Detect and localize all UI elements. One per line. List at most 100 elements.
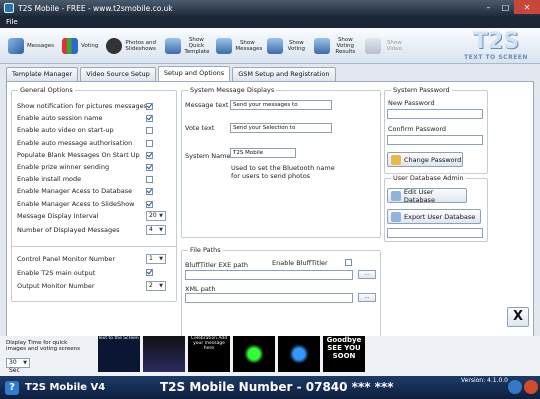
general-option-checkbox[interactable] (146, 115, 153, 123)
general-option-checkbox[interactable] (146, 151, 153, 159)
app-window: T2S Mobile - FREE - www.t2smobile.co.uk … (0, 0, 540, 399)
browse-bluff-button[interactable]: ... (358, 270, 376, 279)
general-option-checkbox[interactable] (146, 103, 153, 110)
tab-gsm-setup[interactable]: GSM Setup and Registration (232, 67, 336, 81)
database-export-icon (391, 211, 401, 222)
new-password-input[interactable] (387, 109, 483, 119)
photos-button[interactable]: Photos and Slideshows (106, 37, 157, 54)
confirm-password-input[interactable] (387, 135, 483, 145)
monitor-icon (267, 37, 284, 54)
bluetooth-hint: Used to set the Bluetooth name for users… (231, 164, 335, 180)
group-title: General Options (18, 86, 75, 94)
vote-text-input[interactable]: Send your Selection to (230, 123, 332, 133)
tab-template-manager[interactable]: Template Manager (6, 67, 79, 81)
messages-button[interactable]: Messages (8, 37, 54, 54)
thumbnail-celebration[interactable]: Celebration Add your message here (188, 336, 230, 372)
bar-chart-icon (61, 37, 78, 54)
brand-label: T2S Mobile V4 (25, 382, 106, 393)
chevron-down-icon: ▼ (23, 360, 27, 366)
interval-select[interactable]: 20 ▼ (146, 211, 166, 221)
show-voting-results-button[interactable]: Show Voting Results (314, 37, 357, 55)
key-icon (391, 154, 401, 165)
version-label: Version: 4.1.0.0 (461, 377, 508, 384)
tab-video-source-setup[interactable]: Video Source Setup (80, 67, 156, 81)
database-edit-icon (391, 190, 401, 201)
display-time-label: Display Time for quick images and voting… (6, 340, 81, 352)
system-name-input[interactable]: T2S Mobile (230, 148, 296, 158)
mobile-number: T2S Mobile Number - 07840 *** *** (160, 380, 394, 394)
general-option-checkbox[interactable] (146, 139, 153, 147)
system-name-label: System Name (185, 152, 231, 160)
monitor-icon (314, 37, 331, 54)
chevron-down-icon: ▼ (159, 256, 163, 262)
menu-bar: File (0, 16, 540, 28)
thumbnail-green-rings[interactable] (233, 336, 275, 372)
tab-strip: Template Manager Video Source Setup Setu… (6, 66, 338, 81)
user-database-field[interactable] (387, 228, 483, 238)
divider (11, 246, 177, 247)
show-voting-button[interactable]: Show Voting (267, 37, 306, 54)
t2s-logo: T2S TEXT TO SCREEN (464, 29, 528, 62)
general-option-checkbox[interactable] (146, 127, 153, 135)
maximize-button[interactable]: □ (497, 0, 514, 14)
monitor-icon (216, 37, 233, 54)
chevron-down-icon: ▼ (159, 227, 163, 233)
enable-bluff-label: Enable BluffTitler (272, 259, 328, 267)
window-title: T2S Mobile - FREE - www.t2smobile.co.uk (18, 3, 173, 13)
chevron-down-icon: ▼ (159, 283, 163, 289)
menu-file[interactable]: File (6, 18, 18, 26)
thumbnail-text-to-screen[interactable]: Text to the Screen (98, 336, 140, 372)
browse-xml-button[interactable]: ... (358, 293, 376, 302)
confirm-password-label: Confirm Password (388, 125, 447, 133)
chevron-down-icon: ▼ (159, 213, 163, 219)
show-quick-template-button[interactable]: Show Quick Template (165, 37, 209, 55)
display-time-select[interactable]: 30 Sec ▼ (6, 358, 30, 374)
display-time-area: Display Time for quick images and voting… (6, 340, 88, 374)
show-video-button[interactable]: Show Video (365, 37, 404, 54)
general-option-label: Enable auto session name (17, 114, 103, 123)
tab-setup-and-options[interactable]: Setup and Options (157, 66, 231, 81)
interval-label: Message Display Interval (17, 212, 99, 220)
xml-path-input[interactable] (185, 293, 353, 303)
close-panel-button[interactable]: X (507, 307, 529, 327)
vote-text-label: Vote text (185, 124, 215, 132)
enable-bluff-checkbox[interactable] (345, 259, 352, 266)
message-text-input[interactable]: Send your messages to (230, 100, 332, 110)
voting-button[interactable]: Voting (61, 37, 98, 54)
thumbnail-blue-rings[interactable] (278, 336, 320, 372)
general-option-label: Enable Manager Acess to SlideShow (17, 199, 135, 208)
toolbar: Messages Voting Photos and Slideshows Sh… (0, 28, 540, 64)
monitor-icon (165, 37, 182, 54)
displayed-label: Number of Displayed Messages (17, 226, 120, 234)
xml-path-label: XML path (185, 285, 216, 293)
general-option-label: Enable install mode (17, 175, 82, 184)
export-user-database-button[interactable]: Export User Database (387, 209, 481, 224)
general-option-checkbox[interactable] (146, 164, 153, 171)
bluff-path-label: BluffTitler EXE path (185, 261, 249, 269)
close-window-button[interactable]: ✕ (514, 0, 540, 14)
general-option-label: Populate Blank Messages On Start Up (17, 150, 140, 159)
bluff-path-input[interactable] (185, 270, 353, 280)
minimize-button[interactable]: – (480, 0, 497, 14)
thumbnail-stage[interactable] (143, 336, 185, 372)
output-monitor-select[interactable]: 2 ▼ (146, 281, 166, 291)
enable-t2s-checkbox[interactable] (146, 269, 153, 276)
edit-user-database-button[interactable]: Edit User Database (387, 188, 467, 204)
camera-icon (106, 37, 123, 54)
general-option-label: Enable auto message authorisation (17, 138, 133, 147)
displayed-select[interactable]: 4 ▼ (146, 225, 166, 235)
show-messages-button[interactable]: Show Messages (216, 37, 262, 54)
change-password-button[interactable]: Change Password (387, 152, 463, 167)
monitor-icon (365, 37, 382, 54)
info-icon[interactable] (508, 380, 522, 394)
thumbnail-goodbye[interactable]: Goodbye SEE YOU SOON (323, 336, 365, 372)
control-panel-select[interactable]: 1 ▼ (146, 254, 166, 264)
output-monitor-label: Output Monitor Number (17, 282, 95, 290)
general-option-checkbox[interactable] (146, 200, 153, 208)
general-option-label: Enable prize winner sending (17, 163, 110, 171)
general-option-checkbox[interactable] (146, 176, 153, 184)
new-password-label: New Password (388, 99, 435, 107)
help-icon[interactable]: ? (5, 380, 19, 395)
general-option-checkbox[interactable] (146, 188, 153, 196)
power-icon[interactable] (524, 380, 538, 394)
